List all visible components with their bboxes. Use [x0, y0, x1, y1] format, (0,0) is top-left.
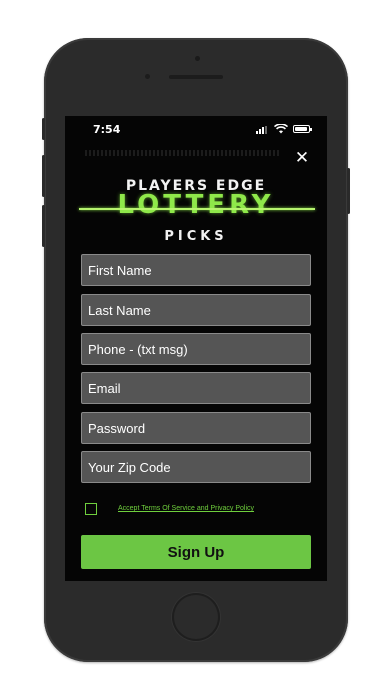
wifi-icon [274, 124, 288, 134]
cellular-signal-icon [256, 126, 270, 134]
terms-checkbox[interactable] [85, 503, 97, 515]
proximity-sensor [145, 74, 150, 79]
zip-code-field[interactable]: Your Zip Code [81, 451, 311, 483]
terms-row: Accept Terms Of Service and Privacy Poli… [85, 503, 325, 517]
power-button [347, 168, 350, 214]
app-logo: PLAYERS EDGE LOTTERY PICKS [65, 174, 327, 250]
volume-up-button [42, 155, 45, 197]
first-name-field[interactable]: First Name [81, 254, 311, 286]
earpiece-speaker [169, 75, 223, 79]
header-band [85, 150, 281, 156]
mute-switch [42, 118, 45, 140]
sign-up-button[interactable]: Sign Up [81, 535, 311, 569]
front-camera [195, 56, 200, 61]
battery-icon [293, 125, 312, 133]
volume-down-button [42, 205, 45, 247]
phone-field[interactable]: Phone - (txt msg) [81, 333, 311, 365]
home-button[interactable] [172, 593, 220, 641]
app-screen: 7:54 ✕ PLAYERS EDGE LOTTERY PICKS First … [65, 116, 327, 581]
password-field[interactable]: Password [81, 412, 311, 444]
close-icon[interactable]: ✕ [293, 149, 311, 167]
logo-line-3: PICKS [164, 229, 228, 244]
terms-link[interactable]: Accept Terms Of Service and Privacy Poli… [118, 505, 254, 512]
logo-slash [79, 208, 315, 210]
logo-line-2: LOTTERY [117, 190, 275, 220]
status-time: 7:54 [93, 123, 121, 136]
last-name-field[interactable]: Last Name [81, 294, 311, 326]
status-bar: 7:54 [65, 116, 327, 142]
email-field[interactable]: Email [81, 372, 311, 404]
